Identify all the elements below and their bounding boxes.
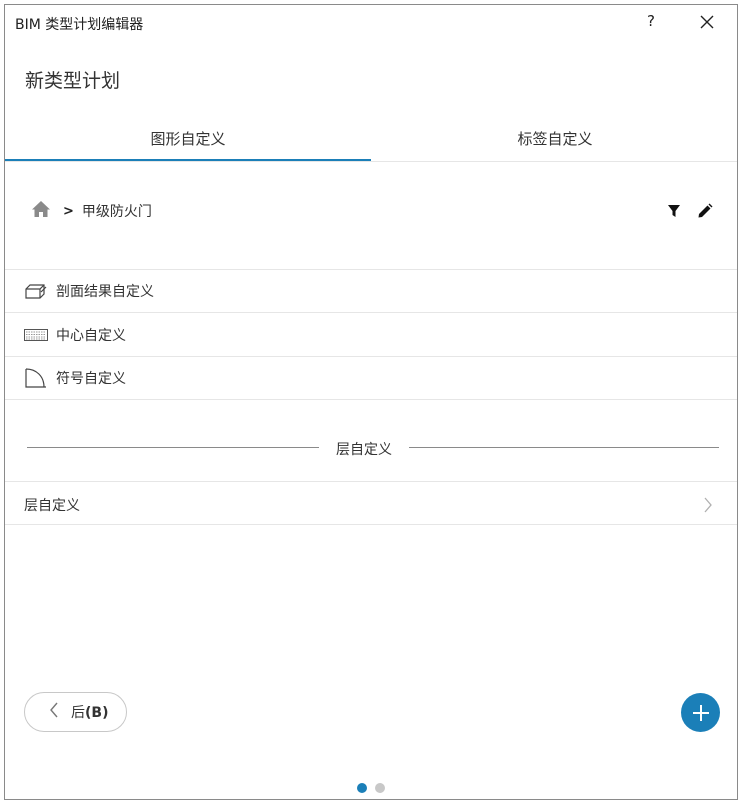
help-button[interactable]: ? <box>644 12 658 30</box>
list-item-symbol[interactable]: 符号自定义 <box>5 356 737 400</box>
tab-label-custom[interactable]: 标签自定义 <box>371 123 739 162</box>
title-bar: BIM 类型计划编辑器 ? <box>5 5 737 39</box>
dialog-window: BIM 类型计划编辑器 ? 新类型计划 图形自定义 标签自定义 > 甲级防火门 <box>4 4 738 800</box>
back-button[interactable]: 后(B) <box>24 692 127 732</box>
tab-bar: 图形自定义 标签自定义 <box>5 123 737 162</box>
breadcrumb: > 甲级防火门 <box>31 201 152 221</box>
add-button[interactable] <box>681 693 720 732</box>
pencil-icon <box>698 203 713 218</box>
page-title: 新类型计划 <box>25 70 121 92</box>
edit-button[interactable] <box>697 203 713 223</box>
breadcrumb-actions <box>667 203 713 223</box>
page-dot-active[interactable] <box>357 783 367 793</box>
door-swing-icon <box>24 368 48 388</box>
list-item-center[interactable]: 中心自定义 <box>5 312 737 356</box>
active-tab-indicator <box>5 159 371 161</box>
filter-button[interactable] <box>667 203 681 223</box>
page-indicator <box>357 783 385 793</box>
breadcrumb-separator: > <box>63 203 74 219</box>
list-item-label: 符号自定义 <box>56 371 126 387</box>
plus-icon <box>692 704 709 721</box>
list-item-label: 中心自定义 <box>56 327 126 344</box>
list-item-label: 剖面结果自定义 <box>56 284 154 300</box>
divider-line <box>27 447 319 448</box>
section-box-icon <box>24 282 48 300</box>
chevron-right-icon <box>703 497 713 517</box>
window-title: BIM 类型计划编辑器 <box>15 17 144 33</box>
page-dot[interactable] <box>375 783 385 793</box>
breadcrumb-current: 甲级防火门 <box>81 204 152 220</box>
section-label: 层自定义 <box>336 442 392 458</box>
back-button-label: 后(B) <box>71 705 109 721</box>
tab-graphic-custom[interactable]: 图形自定义 <box>5 123 371 162</box>
layer-custom-row[interactable]: 层自定义 <box>5 481 737 525</box>
close-button[interactable] <box>699 14 715 30</box>
filter-icon <box>668 205 680 217</box>
layer-custom-label: 层自定义 <box>24 498 80 514</box>
hatch-pattern-icon <box>24 326 48 344</box>
divider-line <box>409 447 719 448</box>
home-icon[interactable] <box>31 200 51 222</box>
chevron-left-icon <box>49 702 59 722</box>
layer-section-divider: 层自定义 <box>27 437 719 458</box>
close-icon <box>700 15 714 29</box>
list-item-section-result[interactable]: 剖面结果自定义 <box>5 269 737 312</box>
